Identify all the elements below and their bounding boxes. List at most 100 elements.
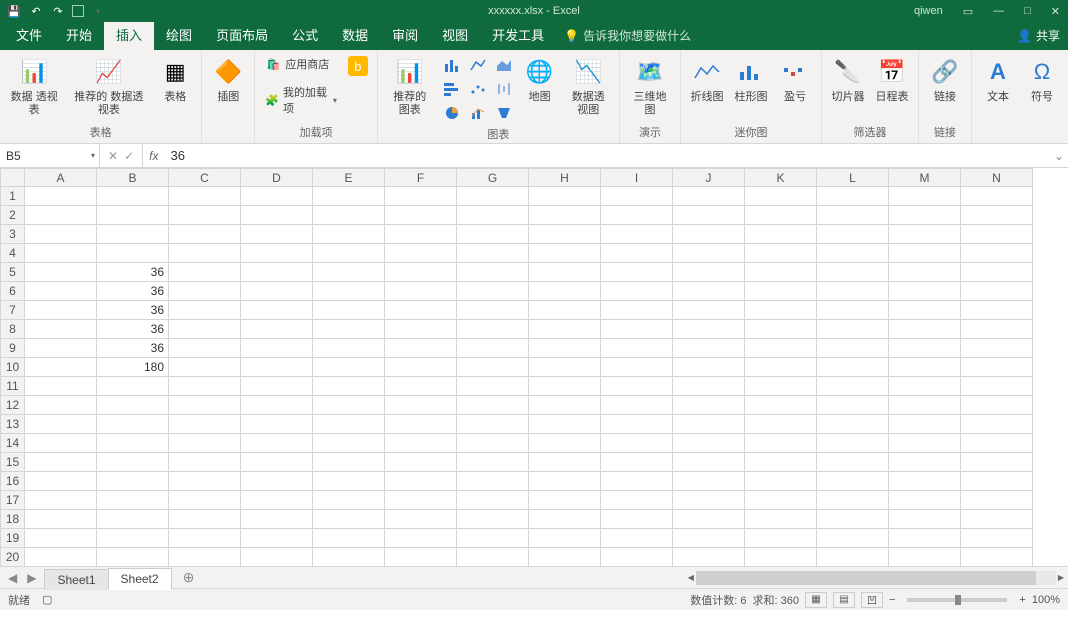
close-icon[interactable]: ✕ [1051, 5, 1060, 18]
cell[interactable] [25, 263, 97, 282]
col-header[interactable]: K [745, 169, 817, 187]
cell[interactable] [25, 415, 97, 434]
sheet-nav-next-icon[interactable]: ▶ [27, 571, 36, 585]
macro-record-icon[interactable]: ▢ [42, 593, 52, 606]
col-header[interactable]: J [673, 169, 745, 187]
cell[interactable] [169, 320, 241, 339]
cell[interactable] [241, 529, 313, 548]
cell[interactable] [385, 187, 457, 206]
sheet-nav-prev-icon[interactable]: ◀ [8, 571, 17, 585]
cell[interactable] [817, 263, 889, 282]
cell[interactable] [457, 434, 529, 453]
save-icon[interactable]: 💾 [6, 3, 22, 19]
cell[interactable] [385, 472, 457, 491]
cell[interactable] [601, 453, 673, 472]
col-header[interactable]: H [529, 169, 601, 187]
row-header[interactable]: 11 [1, 377, 25, 396]
cell[interactable] [673, 225, 745, 244]
cell[interactable] [601, 320, 673, 339]
cell[interactable] [529, 244, 601, 263]
cell[interactable] [889, 491, 961, 510]
cell[interactable] [241, 282, 313, 301]
cell[interactable] [673, 339, 745, 358]
cell[interactable] [457, 453, 529, 472]
cell[interactable] [97, 434, 169, 453]
row-header[interactable]: 18 [1, 510, 25, 529]
cell[interactable] [961, 263, 1033, 282]
cell[interactable] [529, 320, 601, 339]
row-header[interactable]: 13 [1, 415, 25, 434]
cell[interactable] [25, 548, 97, 567]
cell[interactable] [745, 301, 817, 320]
cell[interactable] [457, 358, 529, 377]
row-header[interactable]: 10 [1, 358, 25, 377]
cell[interactable] [169, 377, 241, 396]
cell[interactable] [529, 396, 601, 415]
cell[interactable] [961, 415, 1033, 434]
cell[interactable] [25, 434, 97, 453]
cell[interactable] [961, 529, 1033, 548]
tab-insert[interactable]: 插入 [104, 19, 154, 50]
bing-maps-button[interactable]: b [345, 54, 371, 78]
cell[interactable] [241, 510, 313, 529]
tab-home[interactable]: 开始 [54, 19, 104, 50]
cell[interactable] [169, 529, 241, 548]
cell[interactable] [817, 244, 889, 263]
cell[interactable] [601, 206, 673, 225]
cell[interactable] [673, 510, 745, 529]
col-header[interactable]: E [313, 169, 385, 187]
cell[interactable] [673, 282, 745, 301]
col-header[interactable]: A [25, 169, 97, 187]
cell[interactable] [97, 491, 169, 510]
cell[interactable] [313, 263, 385, 282]
hyperlink-button[interactable]: 🔗链接 [925, 54, 965, 106]
cell[interactable] [889, 548, 961, 567]
cell[interactable] [313, 187, 385, 206]
cell[interactable] [385, 320, 457, 339]
cell[interactable] [241, 453, 313, 472]
cell[interactable] [817, 510, 889, 529]
cell[interactable] [313, 434, 385, 453]
cell[interactable] [241, 548, 313, 567]
cell[interactable] [529, 225, 601, 244]
cell[interactable] [961, 225, 1033, 244]
illus-button[interactable]: 🔶插图 [208, 54, 248, 106]
cell[interactable] [745, 491, 817, 510]
minimize-icon[interactable]: — [993, 5, 1004, 17]
cell[interactable] [241, 358, 313, 377]
cell[interactable] [25, 244, 97, 263]
cell[interactable] [169, 415, 241, 434]
cell[interactable] [529, 491, 601, 510]
zoom-level[interactable]: 100% [1032, 594, 1060, 606]
cell[interactable] [169, 491, 241, 510]
cell[interactable] [385, 282, 457, 301]
cell[interactable] [745, 244, 817, 263]
cell[interactable] [961, 396, 1033, 415]
cell[interactable] [169, 187, 241, 206]
cell[interactable] [385, 206, 457, 225]
cell[interactable] [817, 339, 889, 358]
cell[interactable] [817, 491, 889, 510]
cell[interactable] [673, 453, 745, 472]
col-header[interactable]: F [385, 169, 457, 187]
cell[interactable] [673, 206, 745, 225]
cell[interactable] [457, 491, 529, 510]
cell[interactable] [817, 453, 889, 472]
cell[interactable] [169, 244, 241, 263]
cell[interactable] [529, 434, 601, 453]
cell[interactable] [673, 472, 745, 491]
line-chart-icon[interactable] [466, 54, 490, 76]
cell[interactable] [313, 491, 385, 510]
cell[interactable] [889, 263, 961, 282]
cell[interactable] [889, 396, 961, 415]
cell[interactable] [385, 377, 457, 396]
row-header[interactable]: 20 [1, 548, 25, 567]
cell[interactable] [601, 472, 673, 491]
cell[interactable] [25, 225, 97, 244]
cell[interactable] [817, 396, 889, 415]
row-header[interactable]: 12 [1, 396, 25, 415]
cell[interactable] [169, 472, 241, 491]
sheet-tab[interactable]: Sheet2 [108, 568, 172, 590]
cell[interactable] [97, 206, 169, 225]
row-header[interactable]: 15 [1, 453, 25, 472]
